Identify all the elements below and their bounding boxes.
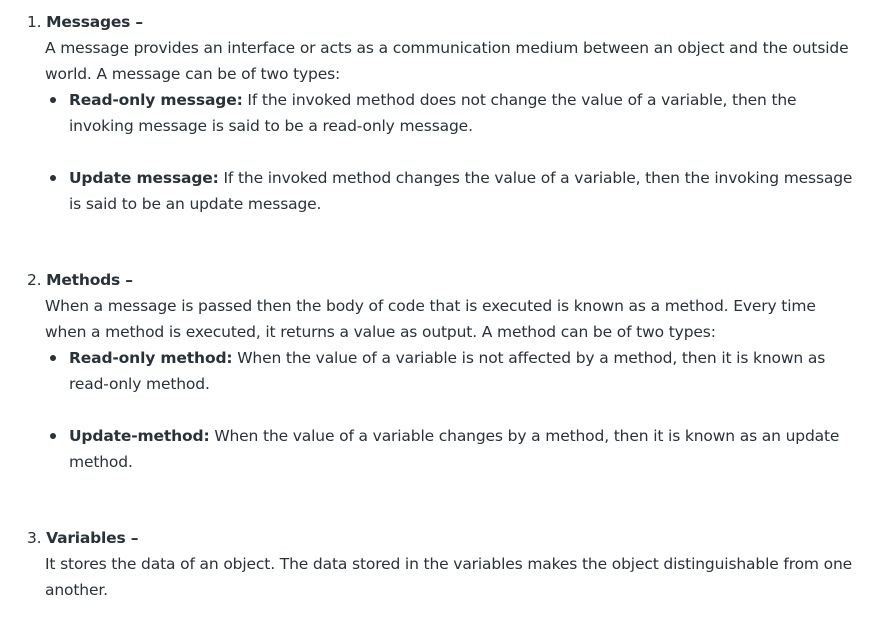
item-number: 1. <box>27 13 42 31</box>
item-description: A message provides an interface or acts … <box>45 39 849 83</box>
item-title: Methods – <box>46 271 133 289</box>
item-heading: 3. Variables – <box>27 525 138 551</box>
item-title: Messages – <box>46 13 143 31</box>
item-description: When a message is passed then the body o… <box>45 297 816 341</box>
bullet-dot-icon <box>50 97 56 103</box>
item-title: Variables – <box>46 529 139 547</box>
item-number: 3. <box>27 529 42 547</box>
item-heading: 1. Messages – <box>27 9 143 35</box>
bullet-dot-icon <box>50 175 56 181</box>
bullet-term: Update message: <box>69 169 219 187</box>
article-content: 1. Messages – A message provides an inte… <box>0 0 891 634</box>
bullet-term: Read-only message: <box>69 91 243 109</box>
bullet-dot-icon <box>50 355 56 361</box>
item-heading: 2. Methods – <box>27 267 133 293</box>
item-description: It stores the data of an object. The dat… <box>45 555 853 599</box>
bullet-term: Update-method: <box>69 427 210 445</box>
bullet-term: Read-only method: <box>69 349 233 367</box>
bullet-dot-icon <box>50 433 56 439</box>
item-number: 2. <box>27 271 42 289</box>
